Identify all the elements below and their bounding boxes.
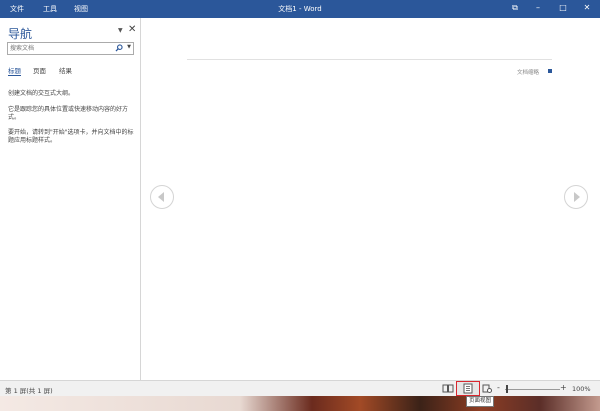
page-count[interactable]: 第 1 屏(共 1 屏) bbox=[5, 385, 53, 395]
tab-headings[interactable]: 标题 bbox=[8, 65, 21, 76]
page-header-line bbox=[187, 59, 552, 60]
document-canvas[interactable]: 文档缩略 bbox=[141, 18, 600, 380]
print-layout-button[interactable] bbox=[456, 381, 480, 396]
nav-help-text-1: 创建文档的交互式大纲。 bbox=[8, 90, 75, 97]
nav-pane-title: 导航 bbox=[8, 27, 33, 41]
read-mode-button[interactable] bbox=[442, 383, 454, 394]
nav-close-button[interactable]: ✕ bbox=[128, 24, 136, 35]
maximize-button[interactable]: □ bbox=[556, 3, 570, 12]
tooltip: 页面视图 bbox=[466, 396, 495, 407]
nav-options-dropdown[interactable]: ▼ bbox=[118, 27, 123, 34]
tab-pages[interactable]: 页面 bbox=[33, 65, 46, 75]
right-arrow-icon bbox=[574, 192, 580, 202]
page-view-icon bbox=[463, 383, 473, 394]
book-icon bbox=[442, 384, 454, 393]
navigation-pane: 导航 ▼ ✕ ▼ 标题 页面 结果 创建文档的交互式大纲。 它是跟踪您的具体位置… bbox=[0, 18, 141, 380]
zoom-out-button[interactable]: - bbox=[497, 383, 500, 392]
menu-file[interactable]: 文件 bbox=[10, 4, 24, 14]
title-bar: 文件 工具 视图 文档1 - Word ⧉ – □ ✕ bbox=[0, 0, 600, 18]
status-bar: 第 1 屏(共 1 屏) - + 100% bbox=[0, 380, 600, 397]
tab-results[interactable]: 结果 bbox=[59, 65, 72, 75]
restore-icon[interactable]: ⧉ bbox=[508, 3, 522, 13]
left-arrow-icon bbox=[158, 192, 164, 202]
zoom-in-button[interactable]: + bbox=[560, 383, 567, 392]
nav-help-text-3: 要开始，请转到"开始"选项卡，并向文档中的标题应用标题样式。 bbox=[8, 129, 134, 144]
search-input[interactable] bbox=[10, 43, 110, 54]
web-layout-icon bbox=[482, 384, 492, 393]
next-page-button[interactable] bbox=[564, 185, 588, 209]
nav-search-box: ▼ bbox=[7, 42, 134, 55]
minimize-button[interactable]: – bbox=[531, 3, 545, 12]
doc-zoom-marker[interactable] bbox=[548, 69, 552, 73]
doc-zoom-label[interactable]: 文档缩略 bbox=[517, 68, 539, 76]
previous-page-button[interactable] bbox=[150, 185, 174, 209]
nav-help-text-2: 它是跟踪您的具体位置或快速移动内容的好方式。 bbox=[8, 106, 129, 121]
desktop-background bbox=[0, 396, 600, 411]
zoom-slider[interactable] bbox=[505, 389, 560, 390]
chevron-down-icon[interactable]: ▼ bbox=[127, 44, 131, 50]
zoom-level[interactable]: 100% bbox=[572, 385, 591, 393]
zoom-slider-thumb[interactable] bbox=[506, 385, 508, 393]
search-icon[interactable] bbox=[115, 43, 123, 53]
close-button[interactable]: ✕ bbox=[580, 3, 594, 12]
menu-tools[interactable]: 工具 bbox=[43, 4, 57, 14]
web-layout-button[interactable] bbox=[481, 383, 493, 394]
menu-view[interactable]: 视图 bbox=[74, 4, 88, 14]
